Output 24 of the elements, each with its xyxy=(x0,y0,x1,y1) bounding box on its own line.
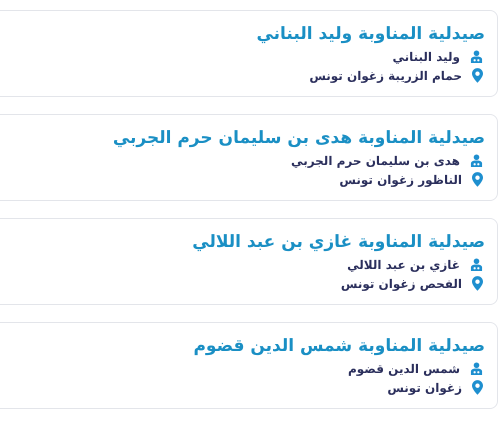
pharmacist-icon xyxy=(470,50,483,63)
location-pin-icon xyxy=(472,68,483,83)
pharmacy-address: زغوان تونس xyxy=(387,380,462,394)
pharmacist-icon xyxy=(470,362,483,375)
location-pin-icon xyxy=(472,172,483,187)
pharmacist-name: شمس الدين قضوم xyxy=(348,362,460,376)
pharmacy-address: حمام الزريبة زغوان تونس xyxy=(309,68,462,82)
pharmacy-card[interactable]: صيدلية المناوبة غازي بن عبد اللالي غازي بن عبد اللالي الفحص زغوان تونس xyxy=(0,218,498,305)
pharmacy-card[interactable]: صيدلية المناوبة وليد البناني وليد البناني حمام الزريبة زغوان تونس xyxy=(0,10,498,97)
pharmacy-card[interactable]: صيدلية المناوبة شمس الدين قضوم شمس الدين قضوم زغوان تونس xyxy=(0,322,498,409)
pharmacy-title[interactable]: صيدلية المناوبة هدى بن سليمان حرم الجربي xyxy=(112,125,485,151)
pharmacist-name: هدى بن سليمان حرم الجربي xyxy=(291,154,460,168)
pharmacist-icon xyxy=(470,154,483,167)
pharmacist-name: غازي بن عبد اللالي xyxy=(347,258,460,272)
pharmacy-address: الناظور زغوان تونس xyxy=(339,172,462,186)
pharmacist-name: وليد البناني xyxy=(392,50,460,64)
pharmacy-title[interactable]: صيدلية المناوبة غازي بن عبد اللالي xyxy=(192,229,485,255)
pharmacy-card[interactable]: صيدلية المناوبة هدى بن سليمان حرم الجربي هدى بن سليمان حرم الجربي الناظور زغوان تونس xyxy=(0,114,498,201)
pharmacist-icon xyxy=(470,258,483,271)
location-pin-icon xyxy=(472,380,483,395)
pharmacy-title[interactable]: صيدلية المناوبة شمس الدين قضوم xyxy=(193,333,485,359)
location-pin-icon xyxy=(472,276,483,291)
pharmacy-address: الفحص زغوان تونس xyxy=(340,276,462,290)
pharmacy-title[interactable]: صيدلية المناوبة وليد البناني xyxy=(256,21,485,47)
